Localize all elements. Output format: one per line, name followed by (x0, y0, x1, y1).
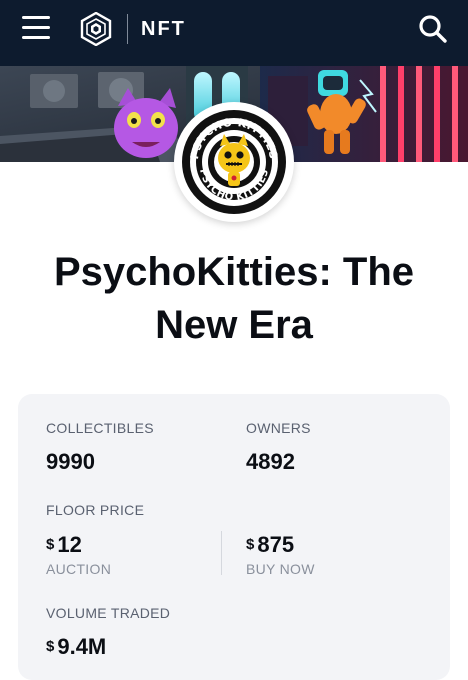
volume-traded-label: VOLUME TRADED (46, 605, 171, 621)
owners-label: OWNERS (246, 420, 311, 436)
auction-price-value: 12 (57, 532, 82, 557)
collection-stats-card: COLLECTIBLES 9990 OWNERS 4892 FLOOR PRIC… (18, 394, 450, 680)
buy-now-label: BUY NOW (246, 561, 315, 577)
buy-now-price: $875 (246, 532, 294, 558)
psychokitties-logo: PSYCHO KITTIES PSYCHO KITTIES (182, 110, 286, 214)
top-nav-bar: NFT (0, 0, 468, 66)
currency-symbol: $ (46, 638, 55, 655)
buy-now-price-value: 875 (257, 532, 295, 557)
auction-price: $12 (46, 532, 82, 558)
nav-title: NFT (141, 18, 186, 40)
volume-traded: $9.4M (46, 634, 106, 660)
hamburger-menu-icon[interactable] (22, 16, 50, 40)
owners-value: 4892 (246, 449, 295, 474)
auction-label: AUCTION (46, 561, 112, 577)
collection-avatar: PSYCHO KITTIES PSYCHO KITTIES (174, 102, 294, 222)
crypto-com-logo[interactable] (80, 12, 112, 46)
search-icon[interactable] (418, 14, 448, 44)
collectibles-label: COLLECTIBLES (46, 420, 154, 436)
floor-price-label: FLOOR PRICE (46, 502, 145, 518)
volume-traded-value: 9.4M (57, 634, 107, 659)
collection-title: PsychoKitties: The New Era (53, 250, 415, 347)
price-divider (221, 531, 222, 575)
collectibles-value: 9990 (46, 449, 95, 474)
currency-symbol: $ (246, 536, 255, 553)
nav-divider (127, 14, 128, 44)
currency-symbol: $ (46, 536, 55, 553)
